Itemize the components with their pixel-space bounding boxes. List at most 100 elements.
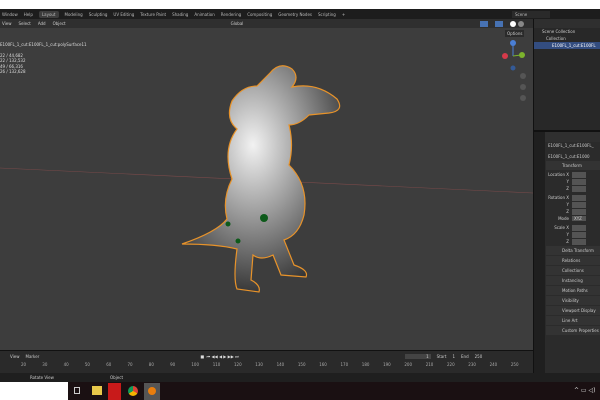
tab-texture-paint[interactable]: Texture Paint [140,12,166,17]
menu-add[interactable]: Add [38,21,46,26]
chrome-icon[interactable] [128,386,138,396]
menu-object[interactable]: Object [53,21,66,26]
properties-editor: E100FL_1_cut:E100FL_ E100FL_1_cut:E1000 … [533,130,600,373]
field-label: Y [567,232,569,237]
timeline[interactable]: View Marker ■ ⏮ ◀◀ ◀ ▶ ▶▶ ⏭ 1 Start 1 En… [0,350,533,373]
frame-tick-label: 230 [468,362,476,367]
solid-shading-button[interactable] [510,21,516,27]
material-shading-button[interactable] [518,21,524,27]
frame-tick-label: 250 [511,362,519,367]
panel-viewport-display[interactable]: Viewport Display [546,306,600,315]
menu-help[interactable]: Help [24,12,33,17]
tab-compositing[interactable]: Compositing [247,12,272,17]
frame-tick-label: 40 [64,362,69,367]
frame-tick-label: 180 [362,362,370,367]
frame-tick-label: 210 [426,362,434,367]
field-label: Z [566,209,569,214]
frame-tick-label: 160 [319,362,327,367]
location-y-field[interactable]: Y [546,178,600,185]
viewport-stats: E100FL_1_cut:E100FL_1_cut:polySurface11 … [0,42,87,75]
start-label: Start [437,354,447,359]
menu-select[interactable]: Select [19,21,31,26]
tab-animation[interactable]: Animation [194,12,214,17]
task-view-icon[interactable] [74,387,80,394]
dinosaur-model [182,66,340,292]
rotation-x-field[interactable]: Rotation X [546,194,600,201]
menu-view[interactable]: View [2,21,12,26]
frame-tick-label: 140 [277,362,285,367]
outliner-collection[interactable]: Collection [534,35,600,42]
viewport-scene [0,28,533,350]
location-z-field[interactable]: Z [546,185,600,192]
app-icon[interactable] [108,383,121,400]
panel-visibility[interactable]: Visibility [546,296,600,305]
stats-object-name: E100FL_1_cut:E100FL_1_cut:polySurface11 [0,42,87,48]
menu-window[interactable]: Window [2,12,18,17]
field-label: Mode [558,216,569,221]
panel-motion-paths[interactable]: Motion Paths [546,286,600,295]
3d-viewport[interactable]: Options [0,28,533,350]
tab-scripting[interactable]: Scripting [318,12,336,17]
frame-tick-label: 170 [341,362,349,367]
frame-tick-label: 70 [128,362,133,367]
navigation-gizmo[interactable] [502,40,525,71]
origin-point [260,214,268,222]
search-thumbnail[interactable] [0,382,68,400]
tab-uv-editing[interactable]: UV Editing [113,12,134,17]
rotation-y-field[interactable]: Y [546,201,600,208]
status-object: Object [110,375,123,380]
timeline-menu-marker[interactable]: Marker [26,354,40,359]
tab-geometry-nodes[interactable]: Geometry Nodes [278,12,312,17]
location-x-field[interactable]: Location X [546,171,600,178]
scale-z-field[interactable]: Z [546,238,600,245]
mode-value[interactable]: XYZ [572,216,586,221]
origin-point [236,239,241,244]
outliner-scene-collection[interactable]: Scene Collection [534,28,600,35]
overlay-toggle[interactable] [495,21,503,27]
outliner-object[interactable]: E100FL_1_cut:E100FL [534,42,600,49]
gizmo-toggle[interactable] [480,21,488,27]
rotation-z-field[interactable]: Z [546,208,600,215]
add-workspace-button[interactable]: + [342,12,345,17]
frame-tick-label: 120 [234,362,242,367]
field-label: Location X [548,172,569,177]
panel-delta-transform[interactable]: Delta Transform [546,246,600,255]
options-dropdown[interactable]: Options [505,30,524,37]
tab-rendering[interactable]: Rendering [221,12,241,17]
panel-relations[interactable]: Relations [546,256,600,265]
current-frame-field[interactable]: 1 [405,354,431,359]
timeline-menu-view[interactable]: View [10,354,20,359]
field-label: Y [567,179,569,184]
scale-x-field[interactable]: Scale X [546,224,600,231]
scale-y-field[interactable]: Y [546,231,600,238]
stats-line: 26 / 132,628 [0,69,87,75]
frame-tick-label: 20 [21,362,26,367]
viewport-header: View Select Add Object Global [0,19,533,28]
top-menubar: Window Help Layout Modeling Sculpting UV… [0,9,600,19]
frame-tick-label: 30 [42,362,47,367]
end-field[interactable]: 250 [475,354,483,359]
properties-tab-bar[interactable] [534,132,545,373]
scene-selector[interactable]: Scene [512,11,550,18]
panel-custom-properties[interactable]: Custom Properties [546,326,600,335]
orientation-dropdown[interactable]: Global [231,21,244,26]
tab-sculpting[interactable]: Sculpting [89,12,108,17]
file-explorer-icon[interactable] [92,386,102,395]
windows-taskbar: ^ ▭ ◁) [0,382,600,400]
panel-instancing[interactable]: Instancing [546,276,600,285]
blender-icon[interactable] [144,383,160,400]
tab-shading[interactable]: Shading [172,12,188,17]
start-field[interactable]: 1 [452,354,455,359]
playback-controls[interactable]: ■ ⏮ ◀◀ ◀ ▶ ▶▶ ⏭ [200,354,238,359]
system-tray-icons[interactable]: ^ ▭ ◁) [574,387,595,394]
panel-collections[interactable]: Collections [546,266,600,275]
panel-line-art[interactable]: Line Art [546,316,600,325]
field-label: Z [566,186,569,191]
tab-modeling[interactable]: Modeling [65,12,83,17]
rotation-mode-dropdown[interactable]: ModeXYZ [546,215,600,222]
end-label: End [461,354,469,359]
outliner: Scene Collection Collection E100FL_1_cut… [533,19,600,130]
tab-layout[interactable]: Layout [39,11,59,18]
panel-transform[interactable]: Transform [546,161,600,170]
field-label: Y [567,202,569,207]
